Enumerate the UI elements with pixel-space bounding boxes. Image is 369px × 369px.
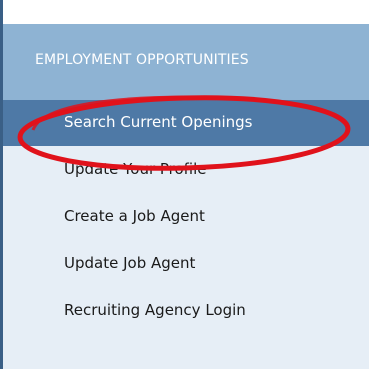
employment-panel: EMPLOYMENT OPPORTUNITIES Search Current … — [0, 0, 369, 369]
menu-item-recruiting-agency-login[interactable]: Recruiting Agency Login — [3, 288, 369, 334]
menu-item-label: Update Your Profile — [64, 160, 207, 178]
menu-item-update-your-profile[interactable]: Update Your Profile — [3, 147, 369, 193]
menu-item-label: Recruiting Agency Login — [64, 301, 246, 319]
employment-nav-menu: EMPLOYMENT OPPORTUNITIES Search Current … — [3, 24, 369, 369]
nav-header: EMPLOYMENT OPPORTUNITIES — [3, 24, 369, 100]
menu-item-label: Create a Job Agent — [64, 207, 205, 225]
menu-item-label: Search Current Openings — [64, 113, 253, 131]
menu-item-update-job-agent[interactable]: Update Job Agent — [3, 241, 369, 287]
menu-item-search-current-openings[interactable]: Search Current Openings — [3, 100, 369, 146]
menu-item-label: Update Job Agent — [64, 254, 196, 272]
menu-item-create-job-agent[interactable]: Create a Job Agent — [3, 194, 369, 240]
nav-header-title: EMPLOYMENT OPPORTUNITIES — [35, 52, 249, 68]
